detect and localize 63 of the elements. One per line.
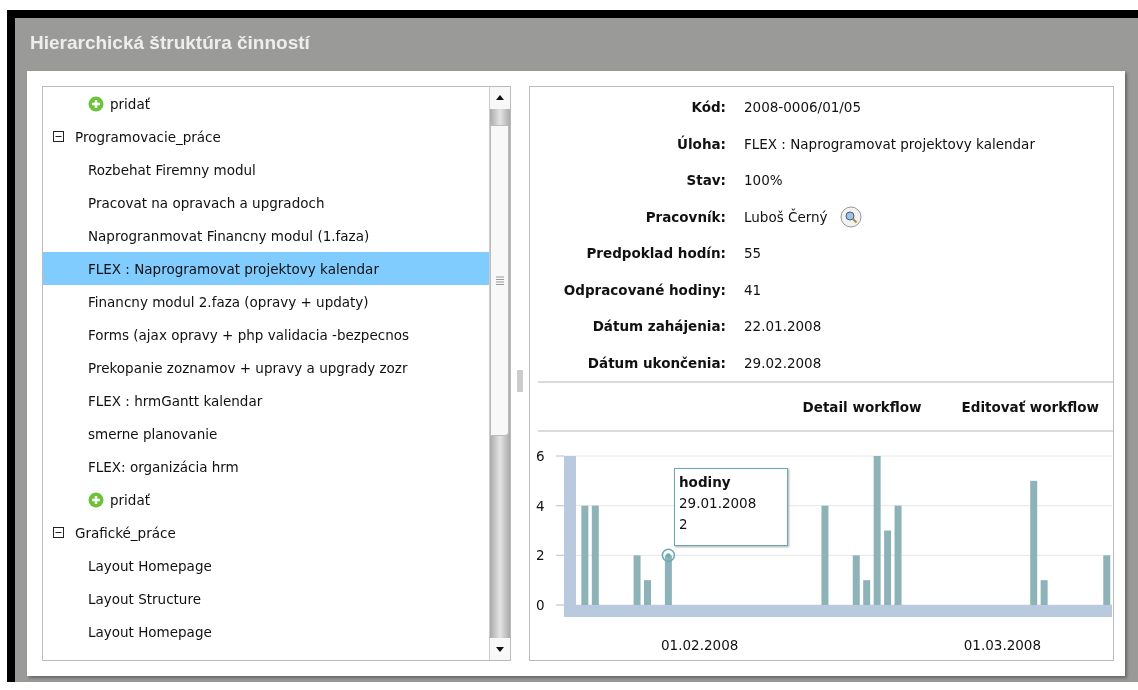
field-value: FLEX : Naprogramovat projektovy kalendar <box>744 135 1035 152</box>
tree-item[interactable]: FLEX : hrmGantt kalendar <box>43 384 489 417</box>
field-value: 22.01.2008 <box>744 318 822 335</box>
plus-icon <box>88 491 104 508</box>
tree-item[interactable]: smerne planovanie <box>43 417 489 450</box>
field-value: Luboš Černý <box>744 208 828 225</box>
field-label: Odpracované hodiny: <box>562 281 726 298</box>
chart-bar <box>664 555 672 605</box>
add-link[interactable]: pridať <box>88 95 150 112</box>
tree-item[interactable]: Financny modul 2.faza (opravy + updaty) <box>43 285 489 318</box>
window-title: Hierarchická štruktúra činností <box>29 31 311 55</box>
chart-bar <box>1103 555 1111 605</box>
axis-tick-label: 0 <box>536 597 545 613</box>
scroll-down-icon[interactable] <box>490 638 510 660</box>
field-label: Úloha: <box>676 135 726 152</box>
field-label: Dátum zahájenia: <box>591 318 726 335</box>
field-value: 29.02.2008 <box>744 354 822 371</box>
workflow-button[interactable]: Detail workflow <box>802 398 922 415</box>
tree-item[interactable]: Prekopanie zoznamov + upravy a upgrady zozr <box>43 351 489 384</box>
data-point-marker <box>661 548 676 563</box>
chart-bar <box>644 580 651 605</box>
tree-item[interactable]: FLEX : Naprogramovat projektovy kalendar <box>43 252 489 285</box>
workflow-button[interactable]: Editovať workflow <box>961 398 1099 415</box>
field-label: Dátum ukončenia: <box>586 354 726 371</box>
tooltip-value: 2 <box>679 515 689 534</box>
field-value: 100% <box>744 172 783 189</box>
tree-item[interactable]: Pracovat na opravach a upgradoch <box>43 186 489 219</box>
axis-tick-label: 6 <box>536 448 545 464</box>
tree-item[interactable]: FLEX: organizácia hrm <box>43 450 489 483</box>
plus-icon <box>88 95 104 112</box>
tree-group[interactable]: Grafické_práce <box>75 524 176 541</box>
tooltip-series: hodiny <box>679 473 732 492</box>
collapse-icon[interactable] <box>53 131 64 142</box>
scroll-up-icon[interactable] <box>490 87 510 109</box>
tree-item[interactable]: Layout Homepage <box>43 549 489 582</box>
axis-date-label: 01.02.2008 <box>661 637 739 653</box>
axis-date-label: 01.03.2008 <box>963 637 1042 653</box>
scroll-thumb[interactable] <box>490 125 509 436</box>
axis-tick-label: 2 <box>536 547 545 564</box>
tree-item[interactable]: Layout Homepage <box>43 615 489 648</box>
field-value: 55 <box>744 245 762 262</box>
add-link[interactable]: pridať <box>88 491 150 508</box>
chart-bar <box>1040 580 1048 605</box>
field-label: Stav: <box>685 172 726 189</box>
tooltip-date: 29.01.2008 <box>679 494 758 513</box>
tree-item[interactable]: Layout Structure <box>43 582 489 615</box>
scrollbar[interactable] <box>489 87 510 660</box>
splitter-handle[interactable] <box>517 370 523 392</box>
chart-bar <box>852 555 860 605</box>
collapse-icon[interactable] <box>53 527 64 538</box>
tree-group[interactable]: Programovacie_práce <box>75 128 221 145</box>
field-label: Kód: <box>690 99 726 116</box>
field-label: Pracovník: <box>644 208 726 225</box>
chart-bar <box>863 580 871 605</box>
field-label: Predpoklad hodín: <box>585 245 726 262</box>
tree-item[interactable]: Forms (ajax opravy + php validacia -bezpecnos <box>43 318 489 351</box>
search-icon[interactable] <box>839 205 862 228</box>
field-value: 41 <box>744 281 762 298</box>
axis-tick-label: 4 <box>536 497 545 514</box>
tree-item[interactable]: Naprogranmovat Financny modul (1.faza) <box>43 219 489 252</box>
tree-item[interactable]: Rozbehat Firemny modul <box>43 153 489 186</box>
field-value: 2008-0006/01/05 <box>744 99 862 116</box>
chart-bar <box>633 555 641 605</box>
